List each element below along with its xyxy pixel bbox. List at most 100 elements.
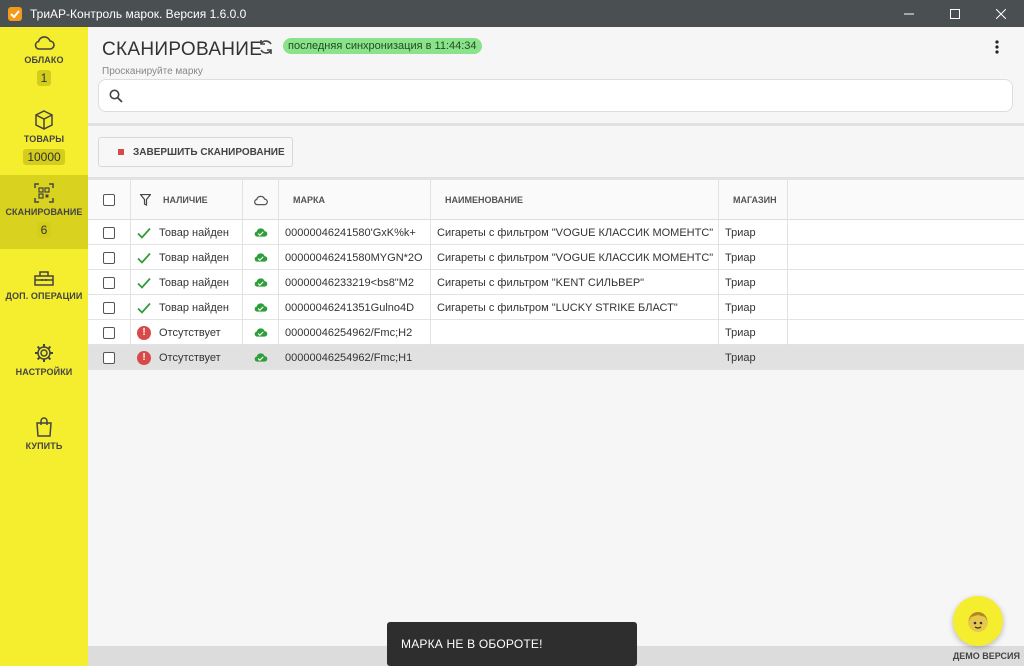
select-all-cell	[88, 180, 131, 220]
product-name-cell: Сигареты с фильтром "LUCKY STRIKE БЛАСТ"	[431, 295, 719, 320]
column-store[interactable]: МАГАЗИН	[719, 180, 788, 220]
mark-cell: 00000046241351Gulno4D	[279, 295, 431, 320]
sidebar-item-settings[interactable]: НАСТРОЙКИ	[0, 343, 88, 377]
finish-scanning-button[interactable]: ЗАВЕРШИТЬ СКАНИРОВАНИЕ	[98, 137, 293, 167]
availability-cell: ! Отсутствует	[131, 345, 243, 370]
cloud-status-cell	[243, 270, 279, 295]
toast-notification: МАРКА НЕ В ОБОРОТЕ!	[387, 622, 637, 666]
check-icon	[137, 302, 151, 314]
sidebar-item-label: ТОВАРЫ	[23, 134, 65, 144]
sidebar-item-products[interactable]: ТОВАРЫ 10000	[0, 110, 88, 165]
table-row[interactable]: Товар найден 00000046241351Gulno4D Сигарет…	[88, 295, 1024, 320]
availability-status: Товар найден	[159, 251, 229, 264]
column-label: МАГАЗИН	[733, 195, 777, 205]
store-cell: Триар	[719, 320, 788, 345]
title-bar: ТриАР-Контроль марок. Версия 1.6.0.0	[0, 0, 1024, 27]
availability-cell: Товар найден	[131, 245, 243, 270]
main-area: СКАНИРОВАНИЕ последняя синхронизация в 1…	[88, 27, 1024, 646]
sidebar-item-buy[interactable]: КУПИТЬ	[0, 417, 88, 451]
minimize-button[interactable]	[886, 0, 932, 27]
table-row[interactable]: Товар найден 00000046241580MYGN*2O Сигарет…	[88, 245, 1024, 270]
search-label: Просканируйте марку	[102, 66, 203, 77]
error-icon: !	[137, 350, 151, 365]
column-label: НАЛИЧИЕ	[163, 195, 208, 205]
sidebar-item-scanning[interactable]: СКАНИРОВАНИЕ 6	[0, 175, 88, 249]
row-checkbox[interactable]	[103, 301, 115, 314]
row-select-cell	[88, 295, 131, 320]
mark-cell: 00000046233219<bs8"M2	[279, 270, 431, 295]
sidebar-item-count: 1	[36, 70, 52, 86]
store-cell: Триар	[719, 270, 788, 295]
mark-cell: 00000046241580MYGN*2O	[279, 245, 431, 270]
support-avatar-icon	[968, 612, 988, 632]
page-title: СКАНИРОВАНИЕ	[102, 39, 263, 60]
row-select-cell	[88, 320, 131, 345]
maximize-button[interactable]	[932, 0, 978, 27]
support-chat-button[interactable]	[953, 596, 1003, 646]
box-icon	[35, 110, 53, 130]
product-name-cell	[431, 345, 719, 370]
table-row[interactable]: Товар найден 00000046233219<bs8"M2 Сигарет…	[88, 270, 1024, 295]
column-availability[interactable]: НАЛИЧИЕ	[131, 180, 243, 220]
row-checkbox[interactable]	[103, 276, 115, 289]
close-button[interactable]	[978, 0, 1024, 27]
search-input[interactable]	[98, 79, 1013, 112]
table-row[interactable]: ! Отсутствует 00000046254962/Fmc;H2 Триар	[88, 320, 1024, 345]
column-mark[interactable]: МАРКА	[279, 180, 431, 220]
cloud-synced-icon	[254, 353, 268, 362]
sidebar-item-count: 6	[36, 222, 52, 238]
cloud-icon	[254, 195, 268, 205]
cloud-status-cell	[243, 295, 279, 320]
cloud-status-cell	[243, 345, 279, 370]
row-checkbox[interactable]	[103, 326, 115, 339]
table-row[interactable]: Товар найден 00000046241580'GxK%k+ Сигарет…	[88, 220, 1024, 245]
sidebar-item-extra-operations[interactable]: ДОП. ОПЕРАЦИИ	[0, 269, 88, 301]
stop-icon	[118, 149, 124, 155]
availability-status: Товар найден	[159, 301, 229, 314]
row-checkbox[interactable]	[103, 226, 115, 239]
row-checkbox[interactable]	[103, 351, 115, 364]
gear-icon	[35, 344, 53, 362]
window-title: ТриАР-Контроль марок. Версия 1.6.0.0	[30, 6, 247, 21]
availability-status: Товар найден	[159, 276, 229, 289]
column-name[interactable]: НАИМЕНОВАНИЕ	[431, 180, 719, 220]
product-name-cell: Сигареты с фильтром "VOGUE КЛАССИК МОМЕН…	[431, 245, 719, 270]
sidebar: ОБЛАКО 1 ТОВАРЫ 10000 СКАНИРОВАНИЕ 6 ДОП…	[0, 27, 88, 666]
sync-status-badge: последняя синхронизация в 11:44:34	[283, 38, 482, 54]
cloud-status-cell	[243, 320, 279, 345]
filter-icon[interactable]	[140, 194, 151, 206]
sidebar-item-count: 10000	[23, 149, 65, 165]
table-row[interactable]: ! Отсутствует 00000046254962/Fmc;H1 Триар	[88, 345, 1024, 370]
column-label: НАИМЕНОВАНИЕ	[445, 195, 523, 205]
finish-scanning-label: ЗАВЕРШИТЬ СКАНИРОВАНИЕ	[133, 146, 285, 158]
availability-status: Товар найден	[159, 226, 229, 239]
search-icon	[109, 89, 123, 103]
sidebar-item-cloud[interactable]: ОБЛАКО 1	[0, 35, 88, 86]
table-header: НАЛИЧИЕ МАРКА НАИМЕНОВАНИЕ МАГАЗИН	[88, 180, 1024, 220]
check-icon	[137, 227, 151, 239]
cloud-icon	[34, 36, 55, 50]
availability-status: Отсутствует	[159, 351, 221, 364]
qr-scan-icon	[34, 183, 54, 203]
more-options-icon[interactable]	[995, 40, 999, 54]
sync-icon[interactable]	[258, 39, 274, 55]
availability-cell: Товар найден	[131, 220, 243, 245]
cloud-synced-icon	[254, 228, 268, 237]
scan-table: НАЛИЧИЕ МАРКА НАИМЕНОВАНИЕ МАГАЗИН Товар…	[88, 180, 1024, 370]
row-select-cell	[88, 245, 131, 270]
toolbox-icon	[34, 271, 54, 286]
select-all-checkbox[interactable]	[103, 194, 115, 206]
availability-cell: ! Отсутствует	[131, 320, 243, 345]
availability-cell: Товар найден	[131, 295, 243, 320]
mark-cell: 00000046254962/Fmc;H2	[279, 320, 431, 345]
availability-status: Отсутствует	[159, 326, 221, 339]
shopping-bag-icon	[36, 417, 52, 437]
store-cell: Триар	[719, 345, 788, 370]
column-cloud[interactable]	[243, 180, 279, 220]
row-checkbox[interactable]	[103, 251, 115, 264]
sidebar-item-label: НАСТРОЙКИ	[15, 367, 73, 377]
error-icon: !	[137, 325, 151, 340]
row-select-cell	[88, 270, 131, 295]
mark-cell: 00000046254962/Fmc;H1	[279, 345, 431, 370]
check-icon	[137, 252, 151, 264]
